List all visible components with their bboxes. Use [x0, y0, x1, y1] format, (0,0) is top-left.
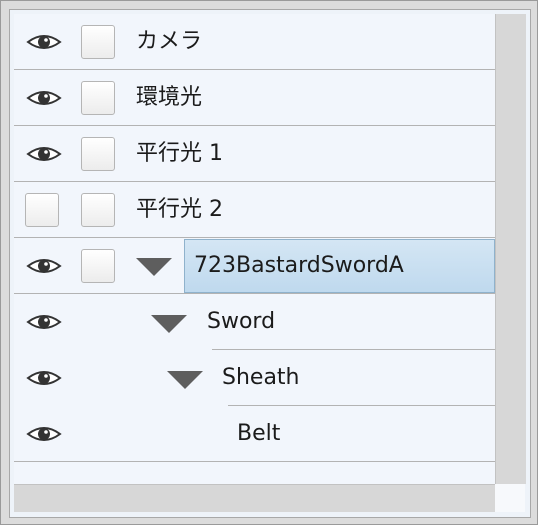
triangle-down-icon[interactable]: [136, 258, 172, 276]
tree-row-label: カメラ: [136, 29, 203, 54]
tree-row-label: Belt: [237, 421, 281, 446]
tree-row-label: 環境光: [136, 85, 203, 110]
eye-icon[interactable]: [26, 88, 62, 108]
visibility-toggle-off[interactable]: [25, 193, 59, 227]
tree-row-label: Sheath: [222, 365, 300, 390]
eye-icon[interactable]: [26, 312, 62, 332]
tree-row-directional-light-1[interactable]: 平行光 1: [14, 126, 495, 182]
triangle-down-icon[interactable]: [151, 315, 187, 333]
tree-row-sheath[interactable]: Sheath: [14, 350, 495, 406]
eye-icon[interactable]: [26, 368, 62, 388]
tree-row-camera[interactable]: カメラ: [14, 14, 495, 70]
row-divider: [14, 461, 495, 462]
scrollbar-corner: [495, 484, 525, 512]
tree-row-label: Sword: [207, 309, 276, 334]
eye-icon[interactable]: [26, 144, 62, 164]
tree-row-label: 平行光 1: [136, 141, 223, 166]
tree-row-label: 723BastardSwordA: [194, 253, 404, 278]
horizontal-scrollbar[interactable]: [14, 484, 495, 512]
tree-row-sword[interactable]: Sword: [14, 294, 495, 350]
scene-tree-window: カメラ 環境光 平行光 1 平行光 2 723BastardSwordA Swo…: [0, 0, 538, 525]
lock-checkbox[interactable]: [81, 249, 115, 283]
tree-row-723bastardsworda[interactable]: 723BastardSwordA: [14, 238, 495, 294]
lock-checkbox[interactable]: [81, 81, 115, 115]
eye-icon[interactable]: [26, 424, 62, 444]
lock-checkbox[interactable]: [81, 137, 115, 171]
eye-icon[interactable]: [26, 256, 62, 276]
tree-row-ambient-light[interactable]: 環境光: [14, 70, 495, 126]
lock-checkbox[interactable]: [81, 193, 115, 227]
triangle-down-icon[interactable]: [167, 371, 203, 389]
scene-tree-list[interactable]: カメラ 環境光 平行光 1 平行光 2 723BastardSwordA Swo…: [14, 14, 495, 484]
tree-row-label: 平行光 2: [136, 197, 223, 222]
tree-row-directional-light-2[interactable]: 平行光 2: [14, 182, 495, 238]
eye-icon[interactable]: [26, 32, 62, 52]
lock-checkbox[interactable]: [81, 25, 115, 59]
tree-row-belt[interactable]: Belt: [14, 406, 495, 462]
vertical-scrollbar[interactable]: [495, 14, 526, 484]
